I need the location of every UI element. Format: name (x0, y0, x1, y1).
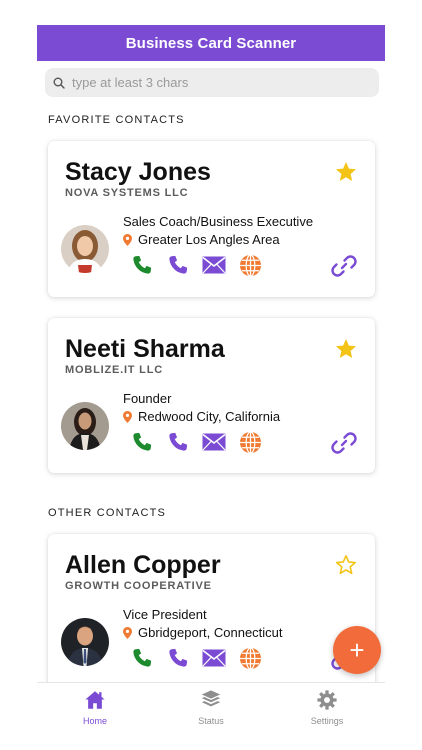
mail-icon (202, 256, 226, 274)
avatar (61, 402, 109, 450)
search-icon (53, 77, 65, 89)
plus-icon: + (349, 634, 365, 665)
star-filled-icon[interactable] (334, 337, 358, 361)
location-pin-icon (123, 410, 132, 423)
email-button[interactable] (201, 253, 227, 277)
contact-name: Allen Copper (65, 551, 221, 579)
location-pin-icon (123, 626, 132, 639)
phone-icon (133, 255, 152, 274)
gear-icon (317, 690, 337, 710)
call-button[interactable] (129, 253, 155, 277)
avatar (61, 618, 109, 666)
star-filled-icon[interactable] (334, 160, 358, 184)
phone-purple-icon (169, 648, 188, 667)
avatar (61, 225, 109, 273)
website-button[interactable] (237, 646, 263, 670)
website-button[interactable] (237, 253, 263, 277)
phone-icon (133, 432, 152, 451)
phone-purple-icon (169, 255, 188, 274)
contact-location: Greater Los Angles Area (123, 232, 280, 247)
contact-location-text: Greater Los Angles Area (138, 232, 280, 247)
contact-job-title: Vice President (123, 607, 207, 622)
tab-bar: Home Status Settings (37, 682, 385, 750)
mail-icon (202, 649, 226, 667)
contact-actions (129, 646, 273, 670)
home-icon (85, 691, 105, 709)
star-outline-icon[interactable] (334, 553, 358, 577)
tab-label: Status (198, 716, 224, 726)
contact-location-text: Redwood City, California (138, 409, 281, 424)
contact-actions (129, 253, 273, 277)
app-title: Business Card Scanner (125, 34, 297, 52)
add-contact-button[interactable]: + (333, 626, 381, 674)
contact-company: MOBLIZE.IT LLC (65, 364, 163, 376)
call-button[interactable] (129, 646, 155, 670)
search-input[interactable] (72, 75, 352, 90)
section-title-favorites: FAVORITE CONTACTS (48, 114, 185, 126)
contact-location: Gbridgeport, Connecticut (123, 625, 283, 640)
mail-icon (202, 433, 226, 451)
tab-status[interactable]: Status (153, 683, 269, 750)
globe-icon (239, 646, 261, 670)
contact-job-title: Sales Coach/Business Executive (123, 214, 314, 229)
tab-label: Home (82, 716, 107, 726)
contact-location-text: Gbridgeport, Connecticut (138, 625, 283, 640)
phone-icon (133, 648, 152, 667)
tab-label: Settings (310, 716, 344, 726)
app-header: Business Card Scanner (37, 25, 385, 61)
contact-actions (129, 430, 273, 454)
location-pin-icon (123, 233, 132, 246)
layers-icon (201, 690, 221, 707)
globe-icon (239, 430, 261, 454)
globe-icon (239, 253, 261, 277)
contact-location: Redwood City, California (123, 409, 280, 424)
link-icon[interactable] (331, 253, 357, 279)
section-title-others: OTHER CONTACTS (48, 507, 167, 519)
contact-name: Stacy Jones (65, 158, 211, 186)
voip-call-button[interactable] (165, 253, 191, 277)
voip-call-button[interactable] (165, 430, 191, 454)
search-bar[interactable] (45, 68, 379, 97)
voip-call-button[interactable] (165, 646, 191, 670)
contact-company: GROWTH COOPERATIVE (65, 580, 212, 592)
email-button[interactable] (201, 430, 227, 454)
contact-card[interactable]: Stacy Jones NOVA SYSTEMS LLC Sales Coach… (48, 141, 375, 297)
email-button[interactable] (201, 646, 227, 670)
contact-job-title: Founder (123, 391, 172, 406)
website-button[interactable] (237, 430, 263, 454)
contact-card[interactable]: Neeti Sharma MOBLIZE.IT LLC Founder Redw… (48, 318, 375, 473)
call-button[interactable] (129, 430, 155, 454)
tab-home[interactable]: Home (37, 683, 153, 750)
contact-name: Neeti Sharma (65, 335, 225, 363)
contact-company: NOVA SYSTEMS LLC (65, 187, 189, 199)
phone-purple-icon (169, 432, 188, 451)
tab-settings[interactable]: Settings (269, 683, 385, 750)
contact-card[interactable]: Allen Copper GROWTH COOPERATIVE Vice Pre… (48, 534, 375, 694)
link-icon[interactable] (331, 430, 357, 456)
